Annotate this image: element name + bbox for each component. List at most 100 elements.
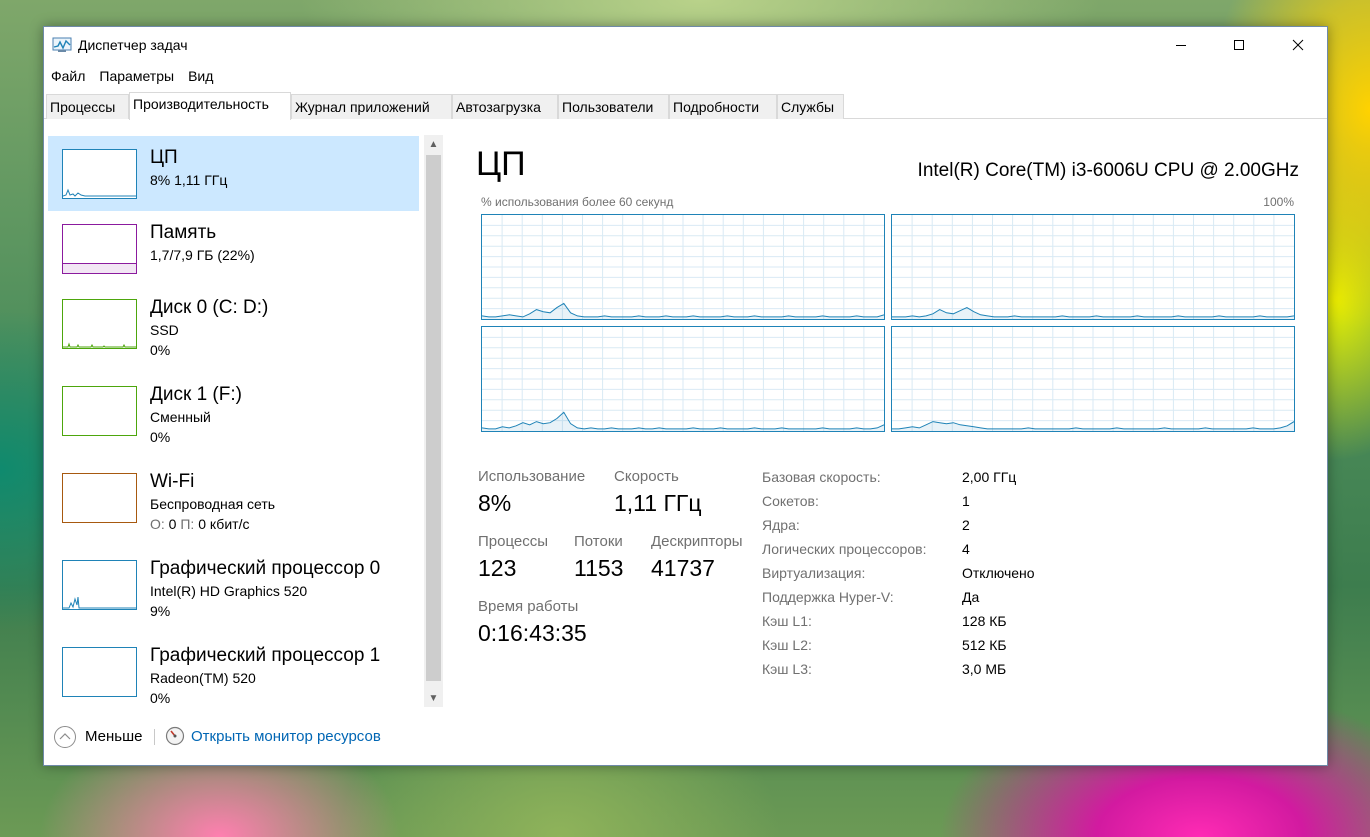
menu-options[interactable]: Параметры — [92, 65, 181, 89]
speed-label: Скорость — [614, 468, 679, 485]
prop-label-logical: Логических процессоров: — [762, 541, 927, 557]
chevron-up-circle-icon[interactable] — [54, 726, 76, 748]
scroll-up-arrow-icon[interactable]: ▲ — [424, 135, 443, 153]
sidebar-item-title: Графический процессор 1 — [150, 645, 381, 666]
prop-label-virtualization: Виртуализация: — [762, 565, 866, 581]
sidebar-item-title: Диск 0 (C: D:) — [150, 297, 269, 318]
chart-caption: % использования более 60 секунд — [481, 195, 674, 209]
sidebar-item-wifi[interactable]: Wi-Fi Беспроводная сеть О: 0 П: 0 кбит/с — [48, 460, 419, 535]
maximize-icon — [1234, 40, 1244, 50]
send-value: 0 — [168, 516, 177, 532]
tab-users[interactable]: Пользователи — [558, 94, 669, 119]
prop-label-l2: Кэш L2: — [762, 637, 812, 653]
prop-value-hyperv: Да — [962, 589, 980, 605]
sidebar-item-usage: 0% — [150, 342, 171, 358]
cpu-core-graph-1 — [481, 214, 885, 320]
minimize-icon — [1176, 45, 1186, 46]
prop-label-cores: Ядра: — [762, 517, 800, 533]
cpu-thumbnail-graph — [62, 188, 136, 197]
tab-startup[interactable]: Автозагрузка — [452, 94, 558, 119]
gpu0-thumbnail-graph — [63, 596, 136, 609]
processes-value: 123 — [478, 555, 517, 581]
wifi-throughput: О: 0 П: 0 кбит/с — [150, 516, 249, 532]
gpu1-thumbnail — [62, 647, 137, 697]
prop-value-l2: 512 КБ — [962, 637, 1007, 653]
prop-label-l1: Кэш L1: — [762, 613, 812, 629]
disk0-thumbnail-graph — [63, 342, 136, 348]
tab-performance[interactable]: Производительность — [129, 92, 291, 120]
open-resource-monitor-link[interactable]: Открыть монитор ресурсов — [191, 728, 381, 745]
cpu-thumbnail — [62, 149, 137, 199]
close-icon — [1292, 39, 1304, 51]
memory-fill — [63, 263, 136, 273]
usage-value: 8% — [478, 490, 512, 516]
sidebar-item-detail: Беспроводная сеть — [150, 496, 276, 512]
sidebar-item-disk1[interactable]: Диск 1 (F:) Сменный 0% — [48, 373, 419, 448]
gpu0-thumbnail — [62, 560, 137, 610]
prop-value-virtualization: Отключено — [962, 565, 1035, 581]
sidebar-item-detail: Radeon(TM) 520 — [150, 670, 256, 686]
sidebar-item-usage: 0% — [150, 690, 171, 706]
task-manager-window: Диспетчер задач Файл Параметры Вид Проце… — [43, 26, 1328, 766]
chart-max-label: 100% — [1263, 195, 1294, 209]
sidebar-item-usage: 9% — [150, 603, 171, 619]
prop-value-sockets: 1 — [962, 493, 970, 509]
sidebar-item-title: Графический процессор 0 — [150, 558, 381, 579]
sidebar-item-title: Wi-Fi — [150, 471, 195, 492]
receive-label: П: — [180, 516, 195, 532]
sidebar-item-gpu0[interactable]: Графический процессор 0 Intel(R) HD Grap… — [48, 547, 419, 622]
speed-value: 1,11 ГГц — [614, 490, 702, 516]
tab-services[interactable]: Службы — [777, 94, 844, 119]
close-button[interactable] — [1269, 27, 1327, 63]
title-bar[interactable]: Диспетчер задач — [44, 27, 1327, 63]
uptime-value: 0:16:43:35 — [478, 620, 587, 646]
menu-bar: Файл Параметры Вид — [44, 65, 220, 89]
sidebar-item-usage: 0% — [150, 429, 171, 445]
footer-divider — [154, 729, 155, 745]
prop-value-cores: 2 — [962, 517, 970, 533]
cpu-model: Intel(R) Core(TM) i3-6006U CPU @ 2.00GHz — [917, 160, 1299, 181]
cpu-core-graph-3 — [481, 326, 885, 432]
prop-value-base-speed: 2,00 ГГц — [962, 469, 1017, 485]
scroll-thumb[interactable] — [426, 155, 441, 681]
sidebar-item-gpu1[interactable]: Графический процессор 1 Radeon(TM) 520 0… — [48, 634, 419, 709]
tab-details[interactable]: Подробности — [669, 94, 777, 119]
scroll-down-arrow-icon[interactable]: ▼ — [424, 689, 443, 707]
prop-label-hyperv: Поддержка Hyper-V: — [762, 589, 894, 605]
sidebar-item-detail: SSD — [150, 322, 179, 338]
send-label: О: — [150, 516, 165, 532]
sidebar-scrollbar[interactable]: ▲ ▼ — [424, 135, 443, 707]
usage-label: Использование — [478, 468, 586, 485]
sidebar-item-detail: Сменный — [150, 409, 211, 425]
task-manager-icon — [52, 37, 72, 52]
wifi-thumbnail — [62, 473, 137, 523]
menu-view[interactable]: Вид — [181, 65, 220, 89]
disk1-thumbnail — [62, 386, 137, 436]
sidebar-item-detail: 1,7/7,9 ГБ (22%) — [150, 247, 255, 263]
minimize-button[interactable] — [1152, 27, 1210, 63]
prop-value-logical: 4 — [962, 541, 970, 557]
threads-value: 1153 — [574, 555, 624, 581]
maximize-button[interactable] — [1210, 27, 1268, 63]
receive-value: 0 кбит/с — [198, 516, 250, 532]
uptime-label: Время работы — [478, 598, 579, 615]
sidebar-item-disk0[interactable]: Диск 0 (C: D:) SSD 0% — [48, 286, 419, 361]
prop-value-l3: 3,0 МБ — [962, 661, 1007, 677]
sidebar-item-memory[interactable]: Память 1,7/7,9 ГБ (22%) — [48, 211, 419, 286]
fewer-details-button[interactable]: Меньше — [85, 728, 142, 745]
disk0-thumbnail — [62, 299, 137, 349]
menu-file[interactable]: Файл — [44, 65, 92, 89]
resource-monitor-icon — [165, 726, 185, 746]
processes-label: Процессы — [478, 533, 549, 550]
cpu-core-graph-2 — [891, 214, 1295, 320]
handles-label: Дескрипторы — [651, 533, 743, 550]
sidebar-item-title: ЦП — [150, 147, 178, 168]
tab-app-history[interactable]: Журнал приложений — [291, 94, 452, 119]
prop-value-l1: 128 КБ — [962, 613, 1007, 629]
memory-thumbnail — [62, 224, 137, 274]
chevron-up-icon — [59, 733, 71, 740]
sidebar-item-detail: Intel(R) HD Graphics 520 — [150, 583, 308, 599]
sidebar-item-cpu[interactable]: ЦП 8% 1,11 ГГц — [48, 136, 419, 211]
cpu-core-graph-4 — [891, 326, 1295, 432]
tab-processes[interactable]: Процессы — [46, 94, 129, 119]
